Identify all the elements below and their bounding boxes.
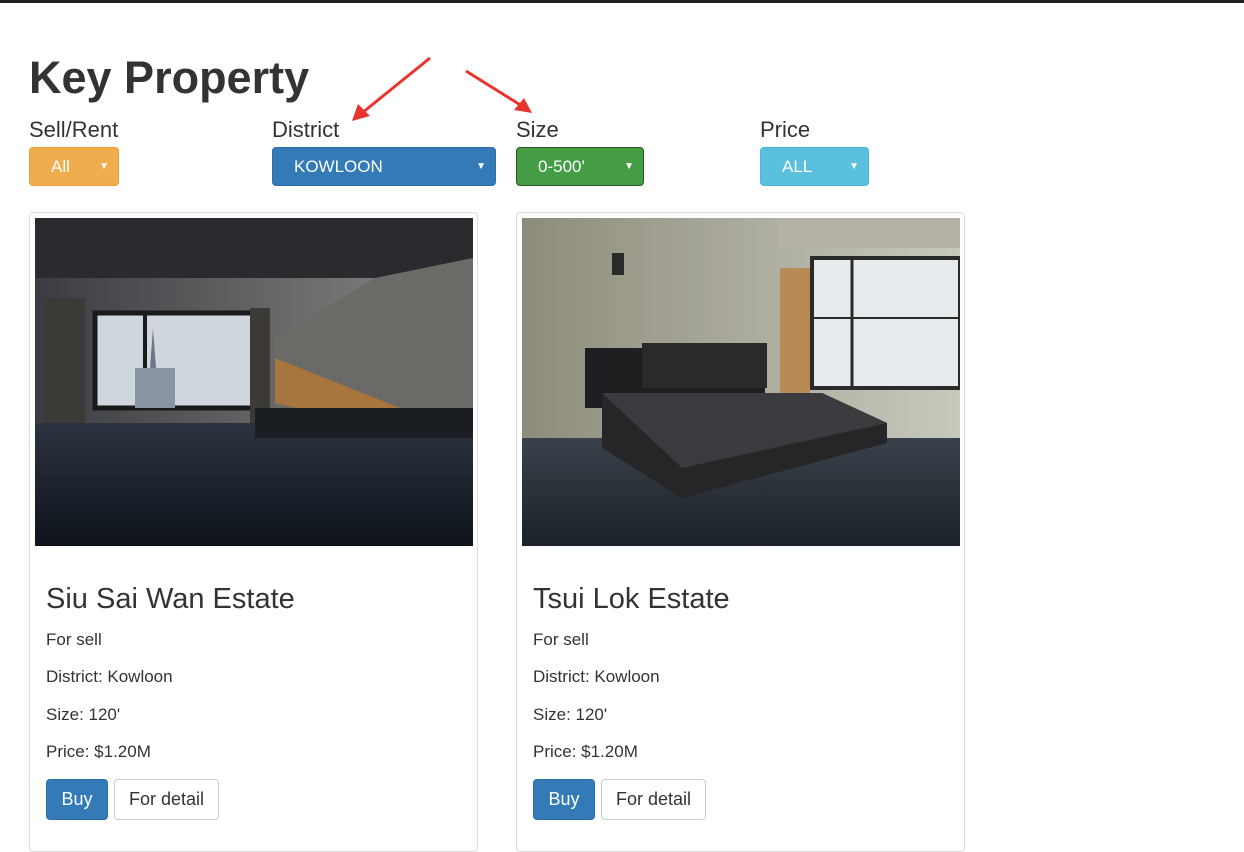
sell-rent-value: All (51, 156, 70, 176)
property-type: For sell (46, 630, 102, 649)
top-border (0, 0, 1244, 3)
property-price: Price: $1.20M (46, 742, 151, 761)
caret-down-icon: ▼ (99, 161, 109, 172)
annotation-arrow-district (352, 56, 431, 121)
property-name: Tsui Lok Estate (533, 583, 730, 615)
caret-down-icon: ▼ (849, 161, 859, 172)
detail-button[interactable]: For detail (601, 779, 706, 820)
caret-down-icon: ▼ (624, 161, 634, 172)
district-value: KOWLOON (294, 156, 383, 176)
size-label: Size (516, 117, 559, 142)
property-size: Size: 120' (46, 705, 121, 724)
size-select[interactable]: 0-500' ▼ (516, 147, 644, 186)
detail-button[interactable]: For detail (114, 779, 219, 820)
property-card: Siu Sai Wan Estate For sell District: Ko… (29, 212, 478, 852)
page-title: Key Property (29, 52, 310, 103)
sell-rent-select[interactable]: All ▼ (29, 147, 119, 186)
price-label: Price (760, 117, 811, 142)
price-select[interactable]: ALL ▼ (760, 147, 869, 186)
district-select[interactable]: KOWLOON ▼ (272, 147, 496, 186)
property-district: District: Kowloon (533, 667, 660, 686)
property-photo-living-room (35, 218, 473, 546)
property-district: District: Kowloon (46, 667, 173, 686)
property-card: Tsui Lok Estate For sell District: Kowlo… (516, 212, 965, 852)
annotation-arrow-size (465, 69, 532, 113)
property-type: For sell (533, 630, 589, 649)
property-price: Price: $1.20M (533, 742, 638, 761)
buy-button[interactable]: Buy (533, 779, 595, 820)
caret-down-icon: ▼ (476, 161, 486, 172)
property-name: Siu Sai Wan Estate (46, 583, 295, 615)
property-size: Size: 120' (533, 705, 608, 724)
district-label: District (272, 117, 340, 142)
sell-rent-label: Sell/Rent (29, 117, 119, 142)
price-value: ALL (782, 156, 813, 176)
buy-button[interactable]: Buy (46, 779, 108, 820)
property-photo-bedroom (522, 218, 960, 546)
size-value: 0-500' (538, 156, 585, 176)
